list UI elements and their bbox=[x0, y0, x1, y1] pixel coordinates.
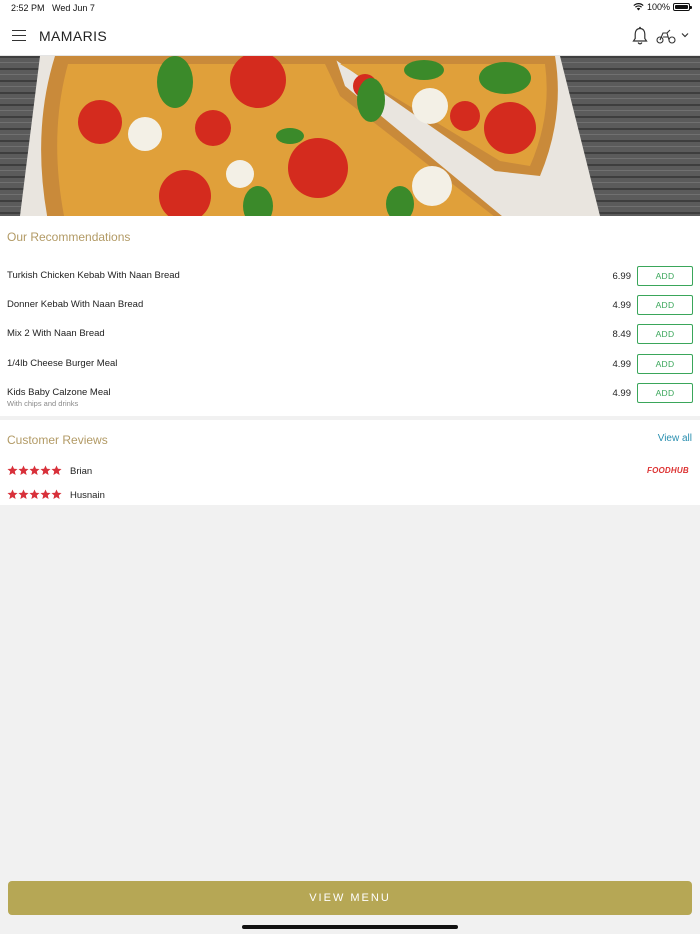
star-rating bbox=[7, 489, 62, 500]
star-icon bbox=[51, 465, 62, 475]
status-time: 2:52 PM bbox=[11, 3, 45, 13]
wifi-icon bbox=[633, 3, 644, 11]
item-price: 8.49 bbox=[612, 329, 632, 340]
battery-percent: 100% bbox=[646, 2, 670, 12]
add-button[interactable]: ADD bbox=[637, 324, 693, 344]
item-name: Turkish Chicken Kebab With Naan Bread bbox=[7, 270, 180, 281]
hero-pizza-image bbox=[0, 56, 700, 216]
star-icon bbox=[29, 465, 40, 475]
item-price: 6.99 bbox=[612, 271, 632, 282]
star-icon bbox=[40, 465, 51, 475]
menu-item: Mix 2 With Naan Bread 8.49 ADD bbox=[0, 324, 700, 353]
item-price: 4.99 bbox=[612, 388, 632, 399]
reviewer-name: Brian bbox=[70, 466, 93, 477]
star-icon bbox=[18, 465, 29, 475]
status-right: 100% bbox=[633, 2, 692, 12]
chevron-down-icon[interactable] bbox=[680, 31, 690, 39]
reviews-title: Customer Reviews bbox=[7, 433, 108, 447]
hamburger-menu-icon[interactable] bbox=[12, 30, 26, 41]
recommendations-title: Our Recommendations bbox=[7, 230, 131, 244]
item-price: 4.99 bbox=[612, 300, 632, 311]
item-description: With chips and drinks bbox=[7, 399, 79, 408]
menu-item: Kids Baby Calzone Meal With chips and dr… bbox=[0, 383, 700, 412]
star-icon bbox=[40, 489, 51, 499]
add-button[interactable]: ADD bbox=[637, 354, 693, 374]
view-menu-button[interactable]: VIEW MENU bbox=[8, 881, 692, 915]
add-button[interactable]: ADD bbox=[637, 295, 693, 315]
item-price: 4.99 bbox=[612, 359, 632, 370]
star-icon bbox=[29, 489, 40, 499]
scooter-icon[interactable] bbox=[656, 27, 676, 45]
star-icon bbox=[7, 489, 18, 499]
star-rating bbox=[7, 465, 62, 476]
menu-item: Donner Kebab With Naan Bread 4.99 ADD bbox=[0, 295, 700, 324]
star-icon bbox=[7, 465, 18, 475]
app-header: MAMARIS bbox=[0, 16, 700, 56]
menu-item: 1/4lb Cheese Burger Meal 4.99 ADD bbox=[0, 354, 700, 383]
status-date: Wed Jun 7 bbox=[52, 3, 95, 13]
item-name: Mix 2 With Naan Bread bbox=[7, 328, 105, 339]
star-icon bbox=[18, 489, 29, 499]
item-name: 1/4lb Cheese Burger Meal bbox=[7, 358, 118, 369]
review-row: Brian FOODHUB bbox=[0, 465, 700, 483]
customer-reviews-section: Customer Reviews View all Brian FOODHUB … bbox=[0, 420, 700, 505]
add-button[interactable]: ADD bbox=[637, 266, 693, 286]
battery-icon bbox=[673, 3, 692, 11]
restaurant-title: MAMARIS bbox=[39, 28, 108, 44]
item-name: Kids Baby Calzone Meal bbox=[7, 387, 111, 398]
add-button[interactable]: ADD bbox=[637, 383, 693, 403]
home-indicator[interactable] bbox=[242, 925, 458, 929]
foodhub-logo: FOODHUB bbox=[647, 466, 689, 475]
item-name: Donner Kebab With Naan Bread bbox=[7, 299, 144, 310]
bell-icon[interactable] bbox=[631, 26, 649, 46]
star-icon bbox=[51, 489, 62, 499]
menu-item: Turkish Chicken Kebab With Naan Bread 6.… bbox=[0, 266, 700, 295]
view-all-link[interactable]: View all bbox=[658, 433, 692, 444]
reviewer-name: Husnain bbox=[70, 490, 105, 501]
recommendations-section: Our Recommendations Turkish Chicken Keba… bbox=[0, 216, 700, 416]
review-row: Husnain bbox=[0, 489, 700, 507]
status-bar: 2:52 PM Wed Jun 7 100% bbox=[0, 0, 700, 16]
